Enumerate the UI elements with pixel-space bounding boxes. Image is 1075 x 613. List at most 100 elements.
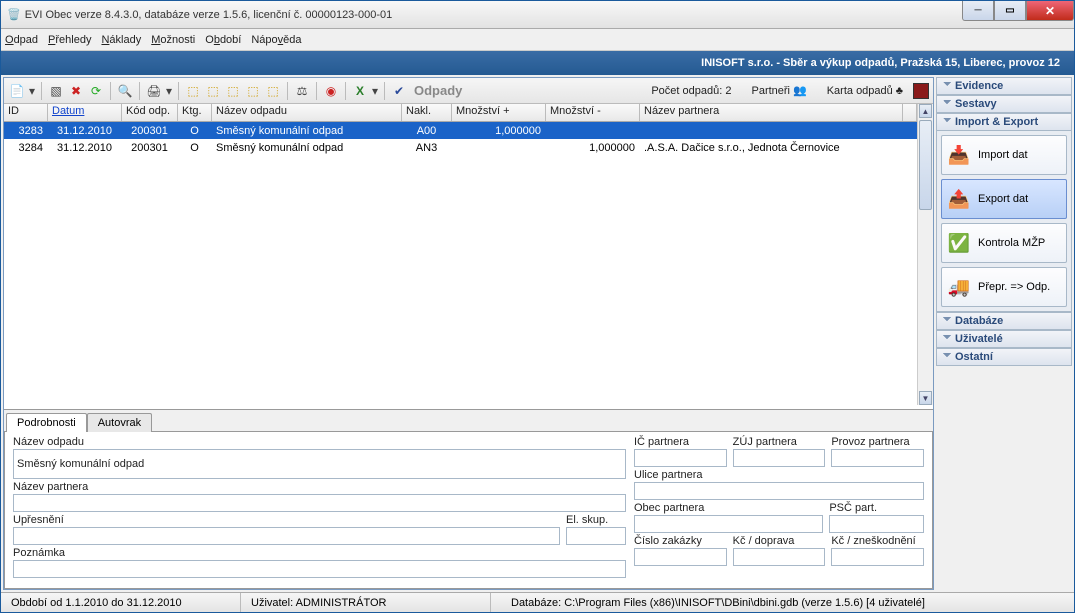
excel-icon[interactable]: X [351,82,369,100]
clover-icon: ♣ [896,85,903,97]
col-id[interactable]: ID [4,104,48,121]
refresh-icon[interactable]: ⟳ [87,82,105,100]
tool1-icon[interactable]: ⬚ [184,82,202,100]
col-ktg[interactable]: Ktg. [178,104,212,121]
grid-empty [4,156,917,405]
partner-link[interactable]: Partneři 👥 [751,84,806,97]
truck-icon: 🚚 [946,274,972,300]
lbl-provoz-partnera: Provoz partnera [831,436,924,448]
lbl-obec-partnera: Obec partnera [634,502,823,514]
lbl-poznamka: Poznámka [13,547,626,559]
lbl-kc-zneskodneni: Kč / zneškodnění [831,535,924,547]
input-upresneni[interactable] [13,527,560,545]
tool4-icon[interactable]: ⬚ [244,82,262,100]
maximize-button[interactable]: ▭ [994,1,1026,21]
input-ulice-partnera[interactable] [634,482,924,500]
col-datum[interactable]: Datum [48,104,122,121]
input-poznamka[interactable] [13,560,626,578]
scroll-down-icon[interactable]: ▼ [919,391,932,405]
input-el-skup[interactable] [566,527,626,545]
col-nakl[interactable]: Nakl. [402,104,452,121]
vertical-scrollbar[interactable]: ▲ ▼ [917,104,933,405]
acc-uzivatele[interactable]: Uživatelé [936,330,1072,348]
lbl-nazev-partnera: Název partnera [13,481,626,493]
search-icon[interactable]: 🔍 [116,82,134,100]
print-dropdown-icon[interactable]: ▾ [165,82,173,100]
tool3-icon[interactable]: ⬚ [224,82,242,100]
delete-icon[interactable]: ✖ [67,82,85,100]
input-obec-partnera[interactable] [634,515,823,533]
cut-icon[interactable]: ▧ [47,82,65,100]
menu-bar: Odpad Přehledy Náklady Možnosti Období N… [1,29,1074,51]
menu-naklady[interactable]: Náklady [101,34,141,46]
karta-link[interactable]: Karta odpadů ♣ [827,85,903,97]
acc-ostatni[interactable]: Ostatní [936,348,1072,366]
menu-odpad[interactable]: Odpad [5,34,38,46]
minimize-button[interactable]: ─ [962,1,994,21]
btn-export-dat[interactable]: 📤Export dat [941,179,1067,219]
panel-import-export: 📥Import dat 📤Export dat ✅Kontrola MŽP 🚚P… [936,131,1072,312]
col-tail [903,104,917,121]
grid-body: 3283 31.12.2010 200301 O Směsný komunáln… [4,122,917,156]
side-panel: Evidence Sestavy Import & Export 📥Import… [936,77,1072,590]
details-panel: Název odpadu Název partnera Upřesnění El… [4,431,933,589]
acc-evidence[interactable]: Evidence [936,77,1072,95]
input-zuj-partnera[interactable] [733,449,826,467]
globe-icon[interactable]: ◉ [322,82,340,100]
dropdown-icon[interactable]: ▾ [28,82,36,100]
tool5-icon[interactable]: ⬚ [264,82,282,100]
table-row[interactable]: 3283 31.12.2010 200301 O Směsný komunáln… [4,122,917,139]
menu-moznosti[interactable]: Možnosti [151,34,195,46]
app-icon: 🗑️ [7,8,21,21]
print-icon[interactable]: 🖨 [145,82,163,100]
menu-napoveda[interactable]: Nápověda [251,34,301,46]
status-uzivatel: Uživatel: ADMINISTRÁTOR [241,593,491,612]
acc-import-export[interactable]: Import & Export [936,113,1072,131]
lbl-el-skup: El. skup. [566,514,626,526]
dark-button[interactable] [913,83,929,99]
input-nazev-partnera[interactable] [13,494,626,512]
acc-databaze[interactable]: Databáze [936,312,1072,330]
tool2-icon[interactable]: ⬚ [204,82,222,100]
menu-prehledy[interactable]: Přehledy [48,34,91,46]
input-provoz-partnera[interactable] [831,449,924,467]
tab-podrobnosti[interactable]: Podrobnosti [6,413,87,432]
btn-kontrola[interactable]: ✅Kontrola MŽP [941,223,1067,263]
col-mplus[interactable]: Množství + [452,104,546,121]
input-kc-doprava[interactable] [733,548,826,566]
scales-icon[interactable]: ⚖ [293,82,311,100]
close-button[interactable]: ✕ [1026,1,1074,21]
table-row[interactable]: 3284 31.12.2010 200301 O Směsný komunáln… [4,139,917,156]
tab-autovrak[interactable]: Autovrak [87,413,152,432]
col-kod[interactable]: Kód odp. [122,104,178,121]
grid-header: ID Datum Kód odp. Ktg. Název odpadu Nakl… [4,104,917,122]
check-icon[interactable]: ✔ [390,82,408,100]
lbl-upresneni: Upřesnění [13,514,560,526]
btn-prepr[interactable]: 🚚Přepr. => Odp. [941,267,1067,307]
lbl-ulice-partnera: Ulice partnera [634,469,924,481]
lbl-cislo-zakazky: Číslo zakázky [634,535,727,547]
input-cislo-zakazky[interactable] [634,548,727,566]
count-label: Počet odpadů: 2 [651,85,731,97]
status-bar: Období od 1.1.2010 do 31.12.2010 Uživate… [1,592,1074,612]
col-nazev[interactable]: Název odpadu [212,104,402,121]
partner-icon: 👥 [793,84,807,97]
col-partner[interactable]: Název partnera [640,104,903,121]
lbl-ic-partnera: IČ partnera [634,436,727,448]
excel-dropdown-icon[interactable]: ▾ [371,82,379,100]
title-bar: 🗑️ EVI Obec verze 8.4.3.0, databáze verz… [1,1,1074,29]
acc-sestavy[interactable]: Sestavy [936,95,1072,113]
input-ic-partnera[interactable] [634,449,727,467]
scroll-up-icon[interactable]: ▲ [919,104,932,118]
lbl-kc-doprava: Kč / doprava [733,535,826,547]
input-kc-zneskodneni[interactable] [831,548,924,566]
context-bar: INISOFT s.r.o. - Sběr a výkup odpadů, Pr… [1,51,1074,75]
new-icon[interactable]: 📄 [8,82,26,100]
input-nazev-odpadu[interactable] [13,449,626,479]
menu-obdobi[interactable]: Období [205,34,241,46]
scroll-thumb[interactable] [919,120,932,210]
input-psc-part[interactable] [829,515,924,533]
col-mminus[interactable]: Množství - [546,104,640,121]
btn-import-dat[interactable]: 📥Import dat [941,135,1067,175]
import-icon: 📥 [946,142,972,168]
